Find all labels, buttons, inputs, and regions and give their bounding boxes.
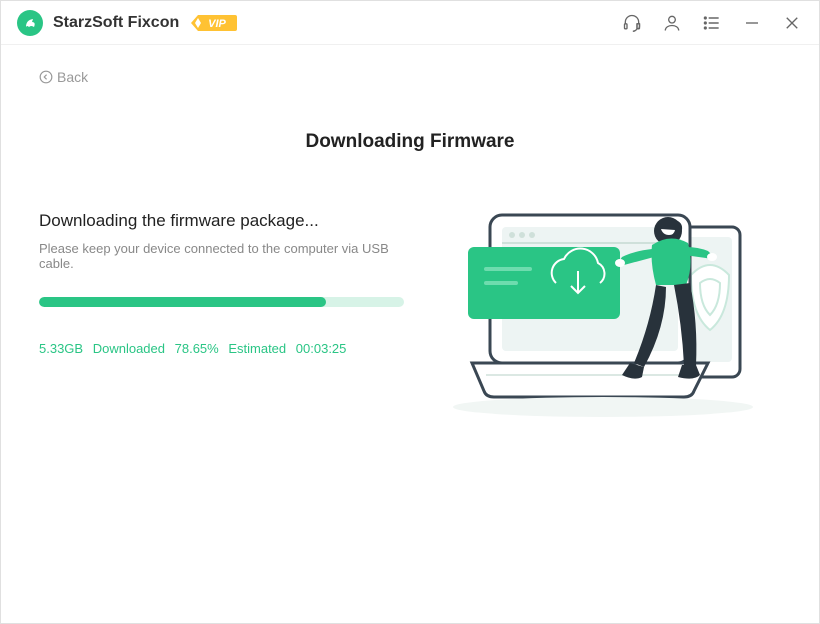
- minimize-icon[interactable]: [741, 12, 763, 34]
- close-icon[interactable]: [781, 12, 803, 34]
- illustration: [424, 185, 781, 435]
- back-label: Back: [57, 69, 88, 85]
- download-stats: 5.33GB Downloaded 78.65% Estimated 00:03…: [39, 341, 404, 356]
- titlebar-controls: [621, 12, 803, 34]
- app-title: StarzSoft Fixcon: [53, 14, 179, 32]
- download-subtitle: Downloading the firmware package...: [39, 211, 404, 231]
- app-window: StarzSoft Fixcon VIP: [0, 0, 820, 624]
- account-icon[interactable]: [661, 12, 683, 34]
- stat-size: 5.33GB: [39, 341, 83, 356]
- main-row: Downloading the firmware package... Plea…: [39, 205, 781, 435]
- vip-badge: VIP: [189, 13, 237, 33]
- progress-fill: [39, 297, 326, 307]
- page-title: Downloading Firmware: [39, 131, 781, 153]
- svg-text:VIP: VIP: [208, 18, 226, 30]
- download-hint: Please keep your device connected to the…: [39, 241, 404, 271]
- download-panel: Downloading the firmware package... Plea…: [39, 205, 404, 356]
- content-area: Back Downloading Firmware Downloading th…: [1, 45, 819, 623]
- progress-bar: [39, 297, 404, 307]
- stat-downloaded-value: 78.65%: [175, 341, 219, 356]
- titlebar: StarzSoft Fixcon VIP: [1, 1, 819, 45]
- stat-downloaded-label: Downloaded: [93, 341, 165, 356]
- menu-list-icon[interactable]: [701, 12, 723, 34]
- support-headset-icon[interactable]: [621, 12, 643, 34]
- logo-icon: [17, 10, 43, 36]
- back-button[interactable]: Back: [39, 69, 88, 85]
- stat-estimated-label: Estimated: [228, 341, 286, 356]
- stat-estimated-value: 00:03:25: [296, 341, 347, 356]
- back-arrow-icon: [39, 70, 53, 84]
